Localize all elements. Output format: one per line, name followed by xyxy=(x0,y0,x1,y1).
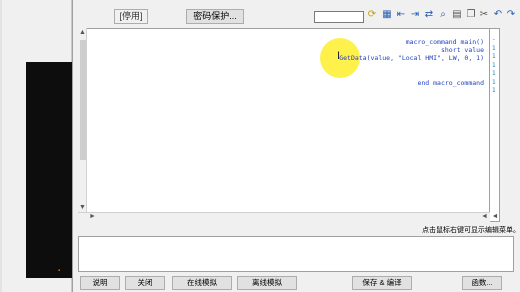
paste-icon[interactable]: ▤ xyxy=(451,9,463,21)
replace-icon[interactable]: ⇄ xyxy=(423,9,435,21)
scroll-down-icon[interactable]: ▼ xyxy=(78,203,87,212)
editor-hint: 点击鼠标右键可显示编辑菜单。 xyxy=(422,227,520,234)
outdent-icon[interactable]: ⇤ xyxy=(395,9,407,21)
online-simulation-button[interactable]: 在线模拟 xyxy=(172,276,232,290)
bookmark-icon[interactable]: ▦ xyxy=(381,9,393,21)
scroll-right-icon[interactable]: ► xyxy=(88,212,97,221)
password-protect-button[interactable]: 密码保护... xyxy=(186,9,244,24)
compile-output-box[interactable] xyxy=(78,236,514,272)
text-cursor-icon: I xyxy=(337,50,341,62)
horizontal-scrollbar[interactable] xyxy=(78,212,490,222)
offline-simulation-button[interactable]: 离线模拟 xyxy=(237,276,297,290)
scrollbar-thumb[interactable] xyxy=(80,40,86,160)
gutter-scroll-icon[interactable]: ◄ xyxy=(490,212,500,222)
disabled-toggle[interactable]: [停用] xyxy=(114,9,148,24)
save-compile-button[interactable]: 保存 & 编译 xyxy=(352,276,412,290)
cut-icon[interactable]: ✂ xyxy=(478,9,490,21)
find-icon[interactable]: ⌕ xyxy=(437,9,449,21)
undo-icon[interactable]: ↶ xyxy=(492,9,504,21)
scroll-left-icon[interactable]: ◄ xyxy=(480,212,489,221)
rollback-icon[interactable]: ↷ xyxy=(505,9,517,21)
fold-markers: - 1 1 1 1 1 1 xyxy=(492,36,496,94)
close-button[interactable]: 关闭 xyxy=(125,276,165,290)
background-border xyxy=(0,0,2,292)
copy-icon[interactable]: ❐ xyxy=(465,9,477,21)
code-text: macro_command main() short value GetData… xyxy=(339,38,484,88)
scroll-up-icon[interactable]: ▲ xyxy=(78,28,87,37)
find-next-icon[interactable]: ⟳ xyxy=(366,9,378,21)
function-button[interactable]: 函数... xyxy=(462,276,502,290)
search-input[interactable] xyxy=(314,11,364,23)
background-preview-panel xyxy=(26,62,72,278)
background-label: ▪ xyxy=(58,268,61,274)
indent-icon[interactable]: ⇥ xyxy=(409,9,421,21)
help-button[interactable]: 说明 xyxy=(80,276,120,290)
